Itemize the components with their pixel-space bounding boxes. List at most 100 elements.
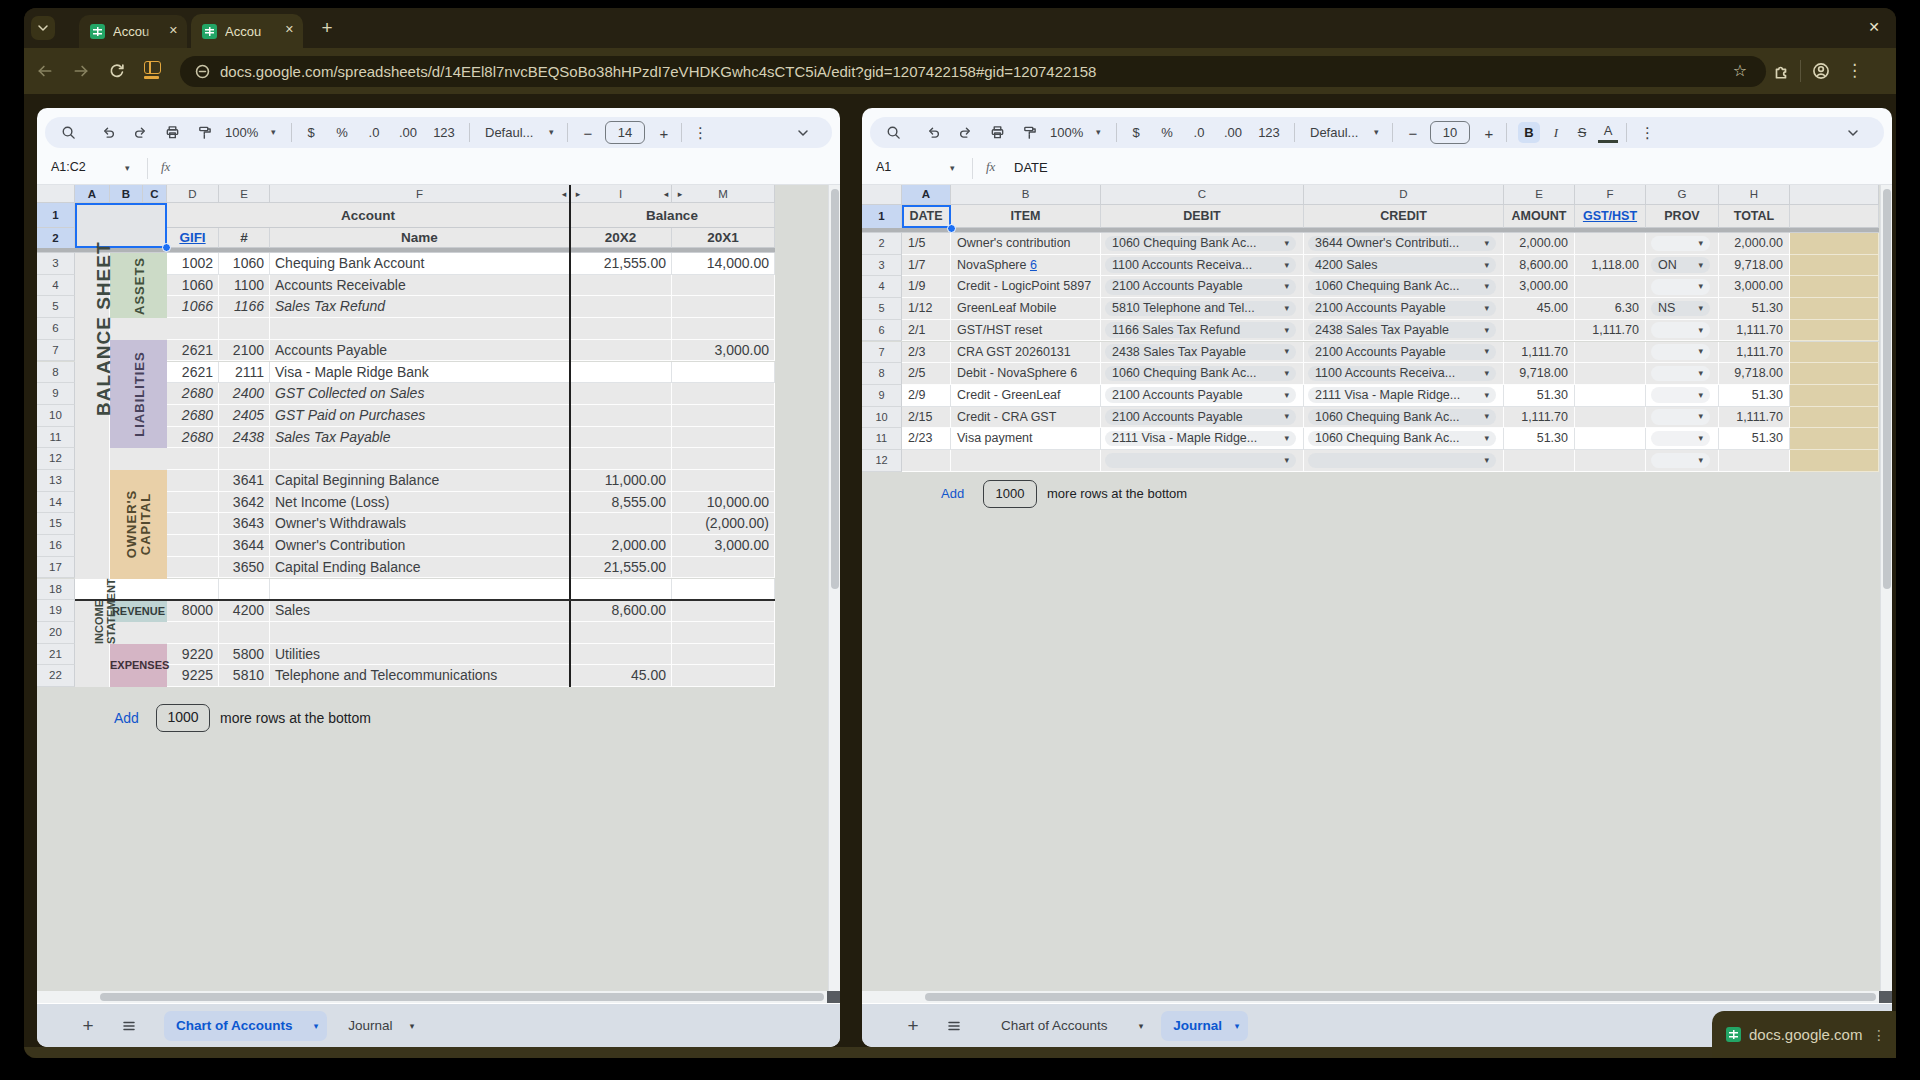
browser-tab-1[interactable]: Accou✕ bbox=[79, 15, 187, 48]
credit-dropdown[interactable]: 2111 Visa - Maple Ridge...▾ bbox=[1308, 387, 1496, 403]
increase-font-size-button[interactable]: + bbox=[657, 125, 671, 141]
debit-dropdown[interactable]: 1060 Chequing Bank Ac...▾ bbox=[1105, 366, 1296, 382]
debit-dropdown[interactable]: 2438 Sales Tax Payable▾ bbox=[1105, 344, 1296, 360]
column-header-A[interactable]: A bbox=[75, 185, 110, 203]
profile-avatar-icon[interactable] bbox=[1812, 62, 1830, 80]
row-header-1[interactable]: 1 bbox=[862, 205, 902, 228]
prov-dropdown[interactable]: NS▾ bbox=[1651, 301, 1710, 317]
scroll-corner-widget[interactable] bbox=[827, 991, 840, 1003]
print-icon[interactable] bbox=[165, 125, 180, 140]
sheet-tab-chart-of-accounts[interactable]: Chart of Accounts▾ bbox=[989, 1011, 1152, 1041]
row-header-13[interactable]: 13 bbox=[37, 470, 75, 492]
prov-dropdown[interactable]: ▾ bbox=[1651, 387, 1710, 403]
row-header-20[interactable]: 20 bbox=[37, 622, 75, 644]
credit-dropdown[interactable]: 4200 Sales▾ bbox=[1308, 257, 1496, 273]
hidden-columns-arrow-icon[interactable]: ▸ bbox=[675, 188, 685, 200]
format-percent-button[interactable]: % bbox=[333, 125, 351, 141]
credit-dropdown[interactable]: 1060 Chequing Bank Ac...▾ bbox=[1308, 409, 1496, 425]
row-header-3[interactable]: 3 bbox=[862, 255, 902, 277]
v-scrollbar[interactable] bbox=[1880, 185, 1892, 991]
v-scrollbar[interactable] bbox=[828, 185, 840, 991]
sheet-tab-journal[interactable]: Journal▾ bbox=[1161, 1011, 1248, 1041]
font-select[interactable]: Defaul... bbox=[1310, 125, 1372, 141]
name-box[interactable]: A1 bbox=[876, 160, 946, 177]
new-tab-button[interactable]: + bbox=[316, 17, 338, 39]
debit-dropdown[interactable]: 5810 Telephone and Tel...▾ bbox=[1105, 301, 1296, 317]
row-header-12[interactable]: 12 bbox=[862, 450, 902, 472]
site-info-icon[interactable] bbox=[194, 63, 211, 80]
row-header-16[interactable]: 16 bbox=[37, 535, 75, 557]
row-header-7[interactable]: 7 bbox=[37, 340, 75, 362]
credit-dropdown[interactable]: 1060 Chequing Bank Ac...▾ bbox=[1308, 431, 1496, 447]
number-format-button[interactable]: 123 bbox=[1256, 125, 1282, 141]
font-size-input[interactable]: 10 bbox=[1430, 121, 1470, 144]
corner-header[interactable] bbox=[862, 185, 902, 205]
row-header-3[interactable]: 3 bbox=[37, 253, 75, 275]
row-header-5[interactable]: 5 bbox=[862, 298, 902, 320]
toolbar-collapse-icon[interactable] bbox=[1845, 125, 1861, 141]
back-icon[interactable] bbox=[36, 62, 54, 80]
font-size-input[interactable]: 14 bbox=[605, 121, 645, 144]
text-color-button[interactable]: A bbox=[1598, 122, 1618, 143]
format-percent-button[interactable]: % bbox=[1158, 125, 1176, 141]
add-rows-button[interactable]: Add bbox=[941, 486, 975, 506]
prov-dropdown[interactable]: ▾ bbox=[1651, 409, 1710, 425]
all-sheets-icon[interactable] bbox=[121, 1018, 137, 1034]
toolbar-more-icon[interactable]: ⋮ bbox=[693, 122, 707, 143]
browser-menu-icon[interactable]: ⋮ bbox=[1846, 59, 1862, 83]
column-header-D[interactable]: D bbox=[167, 185, 219, 203]
tab-close-icon[interactable]: ✕ bbox=[285, 23, 294, 36]
all-sheets-icon[interactable] bbox=[946, 1018, 962, 1034]
increase-decimals-button[interactable]: .00 bbox=[395, 125, 421, 141]
prov-dropdown[interactable]: ▾ bbox=[1651, 453, 1710, 469]
credit-dropdown[interactable]: 2100 Accounts Payable▾ bbox=[1308, 344, 1496, 360]
pip-menu-icon[interactable]: ⋮ bbox=[1872, 1027, 1886, 1043]
prov-dropdown[interactable]: ▾ bbox=[1651, 366, 1710, 382]
redo-icon[interactable] bbox=[133, 125, 148, 140]
tab-close-icon[interactable]: ✕ bbox=[169, 24, 178, 37]
extensions-puzzle-icon[interactable] bbox=[1772, 62, 1790, 80]
undo-icon[interactable] bbox=[101, 125, 116, 140]
row-header-6[interactable]: 6 bbox=[862, 320, 902, 342]
h-scrollbar[interactable] bbox=[37, 991, 840, 1003]
column-header-F[interactable]: F bbox=[270, 185, 570, 203]
undo-icon[interactable] bbox=[926, 125, 941, 140]
prov-dropdown[interactable]: ON▾ bbox=[1651, 257, 1710, 273]
credit-dropdown[interactable]: 2100 Accounts Payable▾ bbox=[1308, 301, 1496, 317]
debit-dropdown[interactable]: 1166 Sales Tax Refund▾ bbox=[1105, 322, 1296, 338]
row-header-4[interactable]: 4 bbox=[862, 276, 902, 298]
debit-dropdown[interactable]: ▾ bbox=[1105, 453, 1296, 469]
number-format-button[interactable]: 123 bbox=[431, 125, 457, 141]
column-header-C[interactable]: C bbox=[143, 185, 167, 203]
row-header-15[interactable]: 15 bbox=[37, 513, 75, 535]
row-header-11[interactable]: 11 bbox=[862, 428, 902, 450]
prov-dropdown[interactable]: ▾ bbox=[1651, 431, 1710, 447]
row-header-11[interactable]: 11 bbox=[37, 427, 75, 449]
redo-icon[interactable] bbox=[958, 125, 973, 140]
prov-dropdown[interactable]: ▾ bbox=[1651, 236, 1710, 252]
hidden-columns-arrow-icon[interactable]: ▸ bbox=[573, 188, 583, 200]
column-header-extra[interactable] bbox=[1790, 185, 1879, 205]
reload-icon[interactable] bbox=[108, 62, 126, 80]
column-header-A[interactable]: A bbox=[902, 185, 951, 205]
row-header-1[interactable]: 1 bbox=[37, 203, 75, 228]
row-header-8[interactable]: 8 bbox=[862, 363, 902, 385]
browser-tab-2[interactable]: Accou✕ bbox=[191, 14, 303, 48]
row-header-19[interactable]: 19 bbox=[37, 600, 75, 622]
debit-dropdown[interactable]: 1100 Accounts Receiva...▾ bbox=[1105, 257, 1296, 273]
bold-button[interactable]: B bbox=[1518, 122, 1540, 143]
column-header-F[interactable]: F bbox=[1575, 185, 1646, 205]
zoom-select[interactable]: 100% bbox=[225, 125, 271, 141]
h-scrollbar-thumb[interactable] bbox=[100, 993, 824, 1001]
add-rows-count-input[interactable]: 1000 bbox=[983, 480, 1037, 508]
credit-dropdown[interactable]: 2438 Sales Tax Payable▾ bbox=[1308, 322, 1496, 338]
row-header-17[interactable]: 17 bbox=[37, 557, 75, 579]
debit-dropdown[interactable]: 2111 Visa - Maple Ridge...▾ bbox=[1105, 431, 1296, 447]
prov-dropdown[interactable]: ▾ bbox=[1651, 279, 1710, 295]
column-header-D[interactable]: D bbox=[1304, 185, 1504, 205]
credit-dropdown[interactable]: 1060 Chequing Bank Ac...▾ bbox=[1308, 279, 1496, 295]
add-sheet-button[interactable]: + bbox=[902, 1015, 924, 1037]
url-bar[interactable]: docs.google.com/spreadsheets/d/14EEl8l7n… bbox=[180, 56, 1766, 87]
selection-handle[interactable] bbox=[947, 224, 956, 233]
italic-button[interactable]: I bbox=[1546, 122, 1566, 143]
